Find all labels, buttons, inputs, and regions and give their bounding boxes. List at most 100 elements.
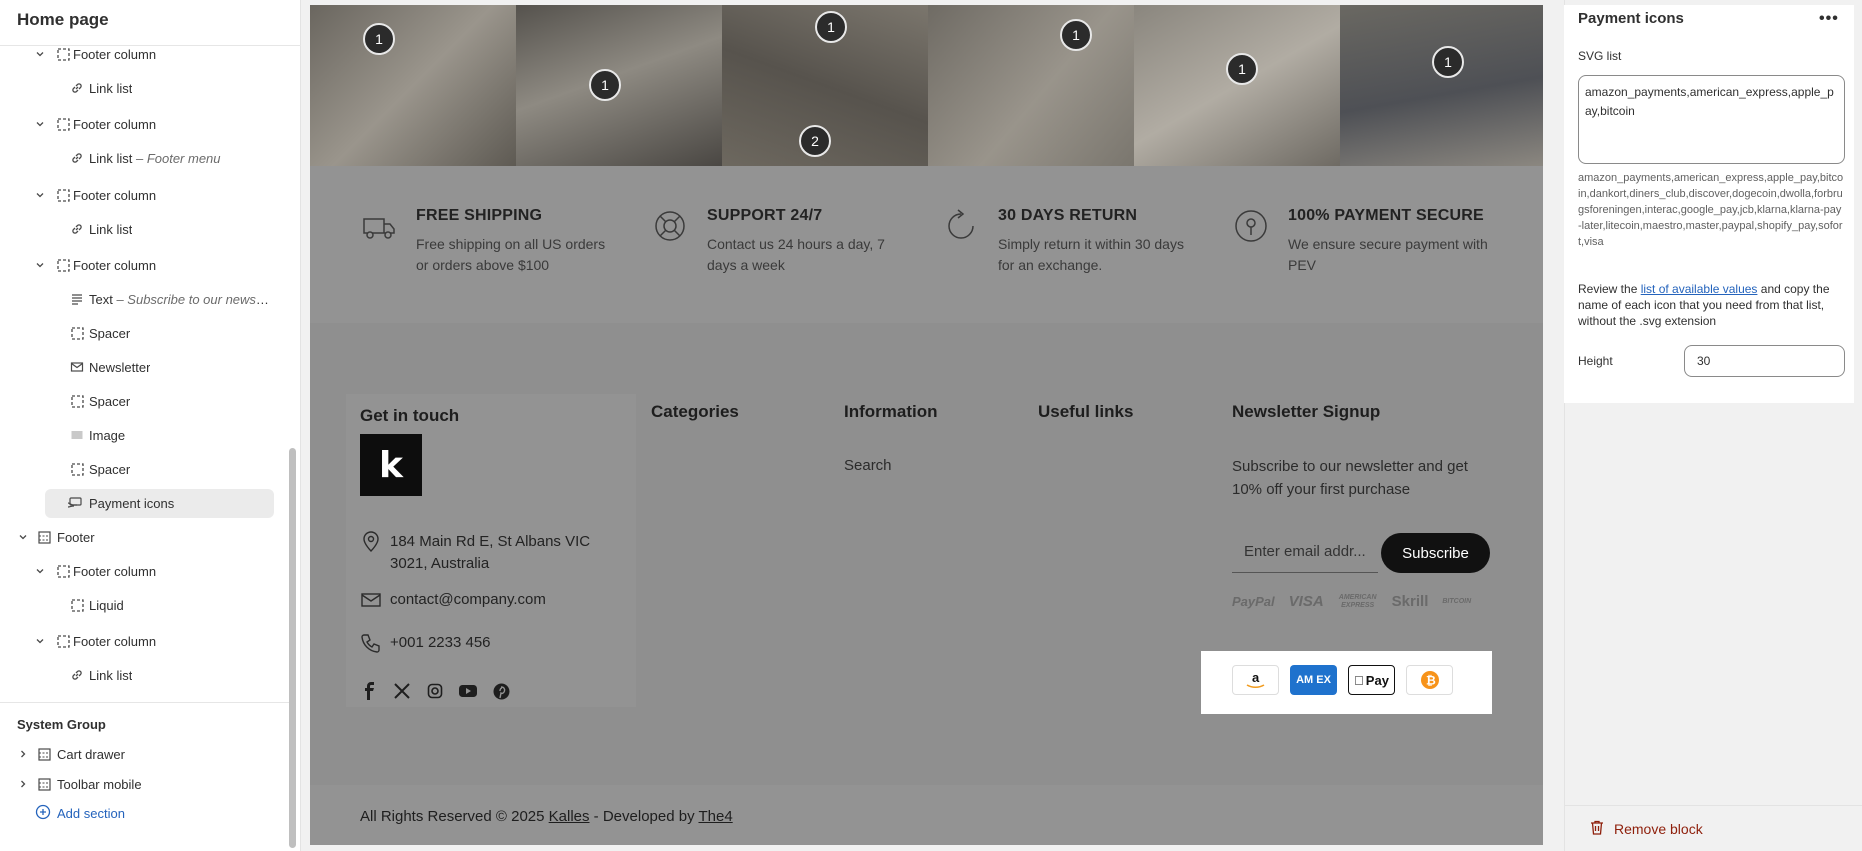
hotspot[interactable]: 1 <box>1226 53 1258 85</box>
more-options-icon[interactable]: ••• <box>1819 10 1839 28</box>
brand-link[interactable]: Kalles <box>549 808 590 825</box>
gallery-image[interactable]: 1 <box>1340 5 1543 166</box>
payment-icons-block[interactable]: a AM EX Pay ₿ <box>1201 651 1492 714</box>
tree-item-footer-column[interactable]: Footer column <box>0 626 290 656</box>
phone[interactable]: +001 2233 456 <box>360 632 491 654</box>
tree-item-link-list[interactable]: Link list <box>0 73 290 103</box>
get-in-touch-title: Get in touch <box>360 406 460 425</box>
tree-item-footer-column[interactable]: Footer column <box>0 180 290 210</box>
gallery-image[interactable]: 1 <box>928 5 1134 166</box>
tree-item-image[interactable]: Image <box>0 420 290 450</box>
copyright-mid: - Developed by <box>589 808 699 825</box>
tree-item-spacer[interactable]: Spacer <box>0 386 290 416</box>
sidebar-scrollbar[interactable] <box>289 448 296 848</box>
review-prefix: Review the <box>1578 282 1641 296</box>
tree-item-spacer[interactable]: Spacer <box>0 454 290 484</box>
link-icon <box>69 667 85 683</box>
hotspot[interactable]: 1 <box>363 23 395 55</box>
feature-desc: Free shipping on all US orders or orders… <box>416 236 606 273</box>
truck-icon <box>360 207 398 245</box>
tree-item-label: Link list <box>89 221 133 237</box>
developer-link[interactable]: The4 <box>698 808 732 825</box>
tree-item-liquid[interactable]: Liquid <box>0 590 290 620</box>
tree-item-label: Spacer <box>89 393 131 409</box>
logo[interactable]: k <box>360 434 422 496</box>
height-label: Height <box>1578 354 1613 368</box>
mail-icon <box>360 589 382 611</box>
feature-title: SUPPORT 24/7 <box>707 207 823 224</box>
youtube-icon[interactable] <box>459 682 477 700</box>
gallery-image[interactable]: 2 1 <box>722 5 928 166</box>
tree-item-text[interactable]: Text – Subscribe to our newsl... <box>0 284 290 314</box>
theme-editor: Home page Footer column Link list Footer… <box>0 0 1862 851</box>
tree-item-footer-column[interactable]: Footer column <box>0 109 290 139</box>
available-values-link[interactable]: list of available values <box>1641 282 1758 296</box>
chevron-down-icon[interactable] <box>17 531 29 543</box>
tree-item-footer-column[interactable]: Footer column <box>0 556 290 586</box>
paypal-logo: PayPal <box>1232 594 1275 609</box>
feature-desc: Simply return it within 30 days for an e… <box>998 236 1184 273</box>
social-links <box>360 682 510 700</box>
chevron-down-icon[interactable] <box>34 635 46 647</box>
chevron-down-icon[interactable] <box>34 259 46 271</box>
tree-item-toolbar-mobile[interactable]: Toolbar mobile <box>0 769 290 799</box>
hotspot[interactable]: 2 <box>799 125 831 157</box>
tree-item-label: Footer column <box>73 257 157 273</box>
tree-item-footer-column[interactable]: Footer column <box>0 39 290 69</box>
hotspot[interactable]: 1 <box>1432 46 1464 78</box>
tree-item-payment-icons[interactable]: Payment icons <box>0 488 290 518</box>
x-twitter-icon[interactable] <box>393 682 411 700</box>
tree-item-label: Footer column <box>73 633 157 649</box>
add-section-button[interactable]: Add section <box>35 804 125 823</box>
remove-block-button[interactable]: Remove block <box>1590 820 1703 838</box>
section-icon <box>36 776 52 792</box>
newsletter-email-input[interactable]: Enter email addr... <box>1232 533 1378 573</box>
email[interactable]: contact@company.com <box>360 589 546 611</box>
visa-logo: VISA <box>1288 593 1324 610</box>
tree-item-label: Footer column <box>73 46 157 62</box>
gallery-image[interactable]: 1 <box>1134 5 1340 166</box>
chevron-right-icon[interactable] <box>17 778 29 790</box>
pinterest-icon[interactable] <box>492 682 510 700</box>
gallery-image[interactable]: 1 <box>516 5 722 166</box>
tree-item-label: Link list <box>89 80 133 96</box>
tree-item-label: Liquid <box>89 597 124 613</box>
facebook-icon[interactable] <box>360 682 378 700</box>
amex-icon: AM EX <box>1290 665 1337 695</box>
height-field[interactable] <box>1684 345 1845 377</box>
sidebar: Home page Footer column Link list Footer… <box>0 0 301 851</box>
feature-title: FREE SHIPPING <box>416 207 543 224</box>
tree-item-spacer[interactable]: Spacer <box>0 318 290 348</box>
chevron-down-icon[interactable] <box>34 565 46 577</box>
tree-item-link-list[interactable]: Link list <box>0 214 290 244</box>
chevron-down-icon[interactable] <box>34 118 46 130</box>
copyright-text: All Rights Reserved © 2025 Kalles - Deve… <box>360 808 733 825</box>
chevron-down-icon[interactable] <box>34 189 46 201</box>
tree-item-link-list[interactable]: Link list <box>0 660 290 690</box>
email-text: contact@company.com <box>390 591 546 608</box>
svg-list-field[interactable]: amazon_payments,american_express,apple_p… <box>1578 75 1845 164</box>
feature-desc: We ensure secure payment with PEV <box>1288 236 1488 273</box>
chevron-down-icon[interactable] <box>34 48 46 60</box>
gallery-image[interactable]: 1 <box>310 5 516 166</box>
subscribe-button[interactable]: Subscribe <box>1381 533 1490 573</box>
tree-item-label: Spacer <box>89 461 131 477</box>
tree-item-label: Link list <box>89 667 133 683</box>
hotspot[interactable]: 1 <box>1060 19 1092 51</box>
block-dashed-icon <box>55 563 71 579</box>
instagram-icon[interactable] <box>426 682 444 700</box>
hotspot[interactable]: 1 <box>589 69 621 101</box>
footer-link-search[interactable]: Search <box>844 457 892 474</box>
tree-item-newsletter[interactable]: Newsletter <box>0 352 290 382</box>
tree-item-footer-section[interactable]: Footer <box>0 522 290 552</box>
tree-item-link-list[interactable]: Link list – Footer menu <box>0 143 290 173</box>
column-title-newsletter: Newsletter Signup <box>1232 402 1381 421</box>
tree-item-cart-drawer[interactable]: Cart drawer <box>0 739 290 769</box>
chevron-right-icon[interactable] <box>17 748 29 760</box>
tree-item-footer-column[interactable]: Footer column <box>0 250 290 280</box>
tree-item-label: Cart drawer <box>57 746 125 762</box>
column-title-information: Information <box>844 402 938 421</box>
hotspot[interactable]: 1 <box>815 11 847 43</box>
lock-icon <box>1232 207 1270 245</box>
apple-pay-text: Pay <box>1360 672 1389 688</box>
